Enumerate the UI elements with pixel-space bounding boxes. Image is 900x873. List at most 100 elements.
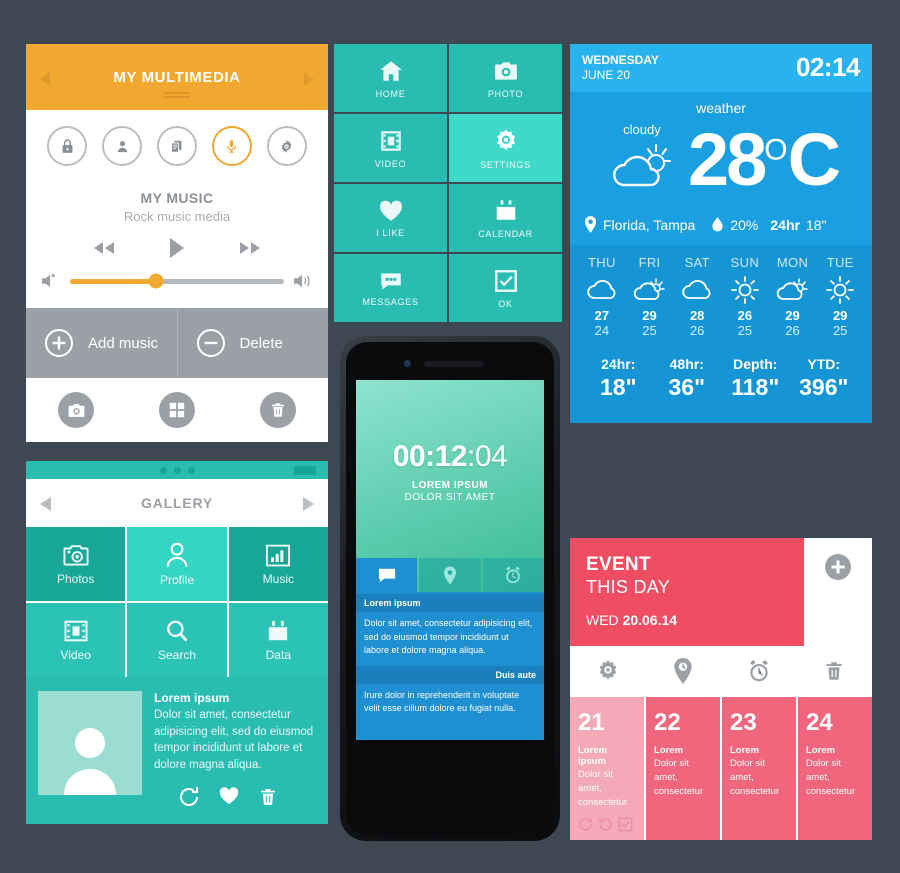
menu-tile-home[interactable]: HOME	[334, 44, 447, 112]
event-alarm-button[interactable]	[721, 658, 797, 684]
trash-icon[interactable]	[258, 786, 278, 808]
menu-tile-photo[interactable]: PHOTO	[449, 44, 562, 112]
weather-statusbar: WEDNESDAY JUNE 20 02:14	[570, 44, 872, 92]
event-day-card[interactable]: 22 Lorem Dolor sit amet, consectetur	[646, 697, 720, 841]
lock-button[interactable]	[47, 126, 88, 166]
heart-icon[interactable]	[218, 786, 240, 806]
message-body: Irure dolor in reprehenderit in voluptat…	[364, 689, 520, 714]
gallery-tile-music[interactable]: Music	[228, 527, 328, 601]
event-day-card[interactable]: 24 Lorem Dolor sit amet, consectetur	[798, 697, 872, 841]
prev-arrow-icon[interactable]	[40, 72, 50, 86]
menu-tile-messages[interactable]: MESSAGES	[334, 254, 447, 322]
forecast-high: 29	[642, 308, 657, 323]
menu-tile-video[interactable]: VIDEO	[334, 114, 447, 182]
minus-circle-icon	[196, 329, 225, 357]
gallery-tile-photos[interactable]: Photos	[26, 527, 126, 601]
refresh-cw-icon[interactable]	[578, 817, 593, 832]
gallery-tile-label: Profile	[159, 573, 194, 587]
menu-tile-settings[interactable]: SETTINGS	[449, 114, 562, 182]
fastforward-button[interactable]	[237, 240, 263, 256]
forecast-high: 26	[737, 308, 753, 323]
day-body: Dolor sit amet, consectetur	[730, 758, 780, 797]
forecast-low: 24	[594, 323, 610, 338]
day-title: Lorem ipsum	[578, 745, 608, 767]
gallery-tile-video[interactable]: Video	[26, 603, 126, 677]
volume-slider[interactable]	[70, 273, 284, 289]
event-title: EVENT	[586, 554, 651, 575]
volume-knob[interactable]	[148, 273, 164, 289]
weather-condition-block: cloudy	[604, 122, 680, 198]
gallery-tile-label: Video	[60, 648, 91, 662]
event-toolbar	[570, 646, 872, 697]
tab-location[interactable]	[419, 558, 481, 592]
event-date-prefix: WED	[586, 612, 619, 628]
menu-grid-panel: HOME PHOTO VIDEO SETTINGS I LIKE CALENDA…	[334, 44, 562, 322]
message-body: Dolor sit amet, consectetur adipisicing …	[364, 618, 533, 655]
user-icon	[117, 140, 127, 152]
gear-icon	[281, 139, 292, 153]
menu-tile-label: PHOTO	[487, 88, 524, 99]
documents-button[interactable]	[156, 126, 197, 166]
grid-view-button[interactable]	[158, 392, 195, 428]
event-delete-button[interactable]	[797, 658, 873, 684]
message-title: Duis aute	[356, 665, 544, 684]
event-subtitle: THIS DAY	[586, 577, 671, 597]
volume-mute-icon[interactable]	[40, 272, 62, 290]
event-day-card[interactable]: 21 Lorem ipsum Dolor sit amet, consectet…	[570, 697, 644, 841]
camera-button[interactable]	[58, 392, 95, 428]
next-arrow-icon[interactable]	[304, 72, 314, 86]
phone-body: 00:12:04 LOREM IPSUM DOLOR SIT AMET Lore…	[346, 342, 554, 835]
tab-chat[interactable]	[356, 558, 418, 592]
user-button[interactable]	[102, 126, 143, 166]
event-day-card[interactable]: 23 Lorem Dolor sit amet, consectetur	[722, 697, 796, 841]
partly-cloudy-icon	[626, 274, 674, 306]
forecast-day: THU 27 24	[578, 255, 626, 338]
gallery-tile-profile[interactable]: Profile	[127, 527, 227, 601]
event-header-block: EVENT THIS DAY WED 20.06.14	[570, 538, 804, 646]
forecast-day-label: MON	[776, 255, 809, 270]
event-panel: EVENT THIS DAY WED 20.06.14 21 Lorem ips…	[570, 538, 872, 841]
forecast-days: THU 27 24 FRI 29 25 SAT 28 26 SUN 26 25 …	[578, 255, 864, 338]
add-event-button[interactable]	[804, 538, 872, 646]
equalizer-icon	[266, 544, 291, 567]
stat-value: 36"	[668, 374, 706, 400]
volume-high-icon[interactable]	[292, 272, 314, 290]
event-settings-button[interactable]	[570, 658, 646, 684]
gallery-tile-data[interactable]: Data	[228, 603, 328, 677]
checkbox-icon[interactable]	[618, 817, 633, 832]
search-icon	[167, 620, 188, 642]
menu-tile-ok[interactable]: OK	[449, 254, 562, 322]
prev-arrow-icon[interactable]	[40, 497, 51, 511]
volume-control[interactable]	[26, 266, 328, 308]
play-button[interactable]	[166, 236, 188, 260]
refresh-icon[interactable]	[178, 786, 200, 808]
menu-tile-calendar[interactable]: CALENDAR	[449, 184, 562, 252]
day-body: Dolor sit amet, consectetur	[578, 769, 628, 808]
rewind-button[interactable]	[91, 240, 117, 256]
settings-button[interactable]	[266, 126, 307, 166]
day-number: 24	[806, 709, 833, 736]
next-arrow-icon[interactable]	[303, 497, 314, 511]
trash-button[interactable]	[259, 392, 296, 428]
forecast-day-label: TUE	[826, 255, 854, 270]
gallery-tile-search[interactable]: Search	[127, 603, 227, 677]
day-number: 22	[654, 709, 681, 736]
delete-button[interactable]: Delete	[176, 308, 329, 378]
add-music-button[interactable]: Add music	[26, 308, 177, 378]
event-location-button[interactable]	[646, 658, 722, 684]
sun-icon	[721, 274, 769, 306]
refresh-ccw-icon[interactable]	[598, 817, 613, 832]
gallery-tile-label: Music	[262, 572, 294, 586]
tab-alarm[interactable]	[482, 558, 544, 592]
stat-key: 48hr:	[669, 356, 704, 372]
drag-handle[interactable]	[164, 90, 190, 100]
message-list: Lorem ipsum Dolor sit amet, consectetur …	[356, 592, 544, 740]
microphone-button[interactable]	[211, 126, 252, 166]
profile-card-actions	[154, 786, 316, 808]
weather-date: WEDNESDAY JUNE 20	[582, 53, 659, 83]
menu-tile-ilike[interactable]: I LIKE	[334, 184, 447, 252]
forecast-day: SUN 26 25	[721, 255, 769, 338]
weather-location: Florida, Tampa	[603, 216, 696, 233]
forecast-day: MON 29 26	[769, 255, 817, 338]
lock-icon	[62, 138, 73, 153]
